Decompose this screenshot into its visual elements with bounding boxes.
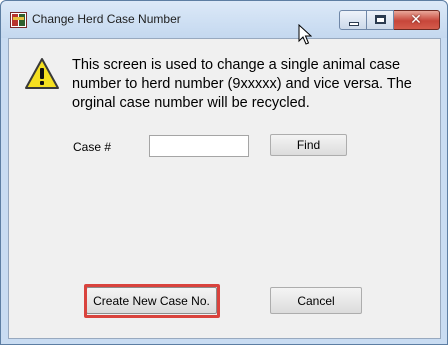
close-button[interactable]: ✕: [394, 10, 440, 30]
herd-app-icon[interactable]: [10, 12, 27, 28]
mouse-cursor-icon: [298, 24, 312, 45]
cancel-button[interactable]: Cancel: [270, 287, 362, 314]
case-number-label: Case #: [73, 140, 112, 154]
title-bar[interactable]: Change Herd Case Number ✕: [1, 1, 447, 38]
find-button[interactable]: Find: [270, 134, 347, 156]
case-number-input[interactable]: [149, 135, 249, 157]
dialog-window: Change Herd Case Number ✕ This screen is…: [0, 0, 448, 345]
dialog-client-area: This screen is used to change a single a…: [8, 38, 441, 339]
window-title: Change Herd Case Number: [32, 12, 181, 26]
maximize-button[interactable]: [367, 10, 394, 30]
create-new-case-button[interactable]: Create New Case No.: [86, 287, 217, 314]
maximize-icon: [375, 15, 386, 24]
warning-message: This screen is used to change a single a…: [72, 57, 412, 111]
minimize-icon: [349, 22, 359, 26]
minimize-button[interactable]: [339, 10, 367, 30]
window-controls: ✕: [339, 10, 440, 30]
close-icon: ✕: [410, 12, 422, 28]
warning-icon: [25, 58, 59, 89]
